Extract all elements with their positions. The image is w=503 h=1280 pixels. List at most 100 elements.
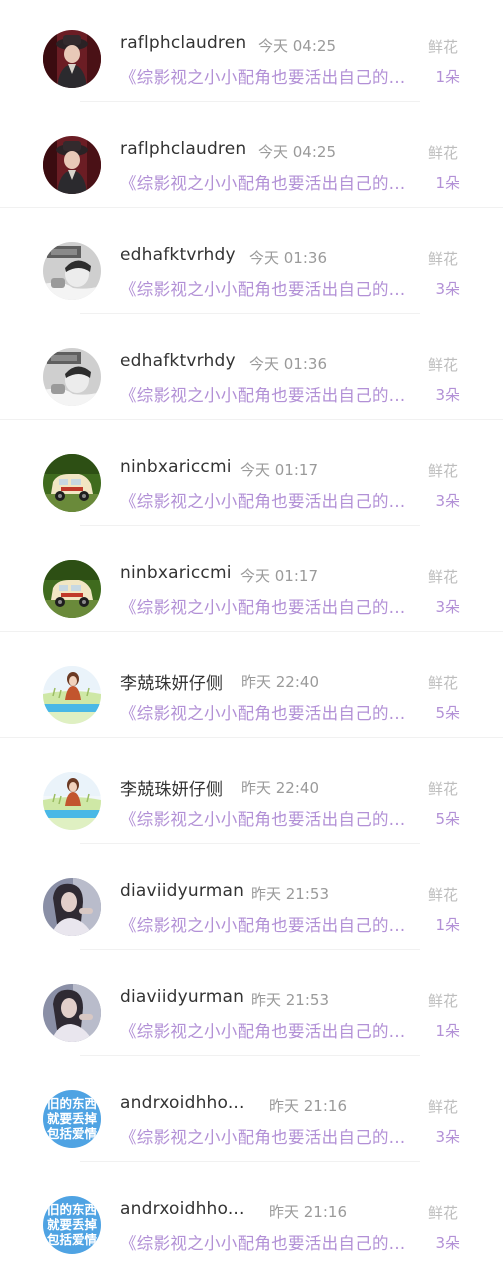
avatar[interactable]: 旧的东西 就要丢掉 包括爱情 [43, 1196, 101, 1254]
gift-count: 1朵 [435, 1022, 460, 1040]
svg-text:就要丢掉: 就要丢掉 [47, 1217, 98, 1232]
username[interactable]: diaviidyurman [120, 881, 244, 901]
book-title-link[interactable]: 《综影视之小小配角也要活出自己的... [120, 806, 420, 830]
book-title-link[interactable]: 《综影视之小小配角也要活出自己的... [120, 1230, 420, 1254]
timestamp: 昨天 21:53 [251, 991, 329, 1009]
row-divider [80, 843, 420, 844]
svg-text:就要丢掉: 就要丢掉 [47, 1111, 98, 1126]
username[interactable]: ninbxariccmi [120, 563, 232, 583]
list-item[interactable]: ninbxariccmi 今天 01:17 鲜花 《综影视之小小配角也要活出自己的..… [0, 424, 503, 530]
svg-text:旧的东西: 旧的东西 [47, 1202, 97, 1217]
timestamp: 今天 01:36 [249, 355, 327, 373]
list-item[interactable]: diaviidyurman 昨天 21:53 鲜花 《综影视之小小配角也要活出自己的.… [0, 954, 503, 1060]
timestamp: 昨天 21:16 [269, 1097, 347, 1115]
row-divider [80, 1055, 420, 1056]
gift-count: 1朵 [435, 916, 460, 934]
row-divider [0, 737, 503, 738]
gift-count: 3朵 [435, 1234, 460, 1252]
gift-type-label: 鲜花 [428, 462, 459, 480]
gift-type-label: 鲜花 [428, 1098, 459, 1116]
book-title-link[interactable]: 《综影视之小小配角也要活出自己的... [120, 1018, 420, 1042]
avatar[interactable] [43, 666, 101, 724]
avatar[interactable] [43, 30, 101, 88]
list-item[interactable]: ninbxariccmi 今天 01:17 鲜花 《综影视之小小配角也要活出自己的..… [0, 530, 503, 636]
gift-count: 1朵 [435, 68, 460, 86]
gift-type-label: 鲜花 [428, 356, 459, 374]
username[interactable]: andrxoidhho... [120, 1093, 245, 1113]
username[interactable]: 李兢珠妍仔侧 [120, 775, 223, 800]
row-divider [0, 207, 503, 208]
gift-count: 3朵 [435, 386, 460, 404]
row-divider [80, 949, 420, 950]
timestamp: 昨天 22:40 [241, 779, 319, 797]
username[interactable]: andrxoidhho... [120, 1199, 245, 1219]
avatar[interactable]: 旧的东西 就要丢掉 包括爱情 [43, 1090, 101, 1148]
gift-record-list: raflphclaudren 今天 04:25 鲜花 《综影视之小小配角也要活出自己的… [0, 0, 503, 1272]
row-divider [80, 313, 420, 314]
book-title-link[interactable]: 《综影视之小小配角也要活出自己的... [120, 700, 420, 724]
book-title-link[interactable]: 《综影视之小小配角也要活出自己的... [120, 488, 420, 512]
svg-text:包括爱情: 包括爱情 [46, 1232, 98, 1247]
username[interactable]: edhafktvrhdy [120, 351, 236, 371]
row-divider [80, 101, 420, 102]
list-item[interactable]: 李兢珠妍仔侧 昨天 22:40 鲜花 《综影视之小小配角也要活出自己的... 5朵 [0, 636, 503, 742]
book-title-link[interactable]: 《综影视之小小配角也要活出自己的... [120, 276, 420, 300]
avatar[interactable] [43, 242, 101, 300]
row-divider [80, 525, 420, 526]
timestamp: 昨天 21:53 [251, 885, 329, 903]
list-item[interactable]: raflphclaudren 今天 04:25 鲜花 《综影视之小小配角也要活出自己的… [0, 0, 503, 106]
timestamp: 昨天 22:40 [241, 673, 319, 691]
username[interactable]: ninbxariccmi [120, 457, 232, 477]
gift-count: 3朵 [435, 280, 460, 298]
avatar[interactable] [43, 984, 101, 1042]
avatar[interactable] [43, 454, 101, 512]
gift-type-label: 鲜花 [428, 992, 459, 1010]
gift-count: 3朵 [435, 492, 460, 510]
gift-type-label: 鲜花 [428, 1204, 459, 1222]
timestamp: 今天 01:17 [240, 567, 318, 585]
gift-count: 3朵 [435, 598, 460, 616]
list-item[interactable]: 李兢珠妍仔侧 昨天 22:40 鲜花 《综影视之小小配角也要活出自己的... 5朵 [0, 742, 503, 848]
gift-type-label: 鲜花 [428, 886, 459, 904]
book-title-link[interactable]: 《综影视之小小配角也要活出自己的... [120, 912, 420, 936]
gift-type-label: 鲜花 [428, 674, 459, 692]
row-divider [0, 631, 503, 632]
username[interactable]: raflphclaudren [120, 139, 246, 159]
list-item[interactable]: edhafktvrhdy 今天 01:36 鲜花 《综影视之小小配角也要活出自己的..… [0, 318, 503, 424]
list-item[interactable]: 旧的东西 就要丢掉 包括爱情 andrxoidhho... 昨天 21:16 鲜花《… [0, 1166, 503, 1272]
username[interactable]: diaviidyurman [120, 987, 244, 1007]
gift-count: 5朵 [435, 704, 460, 722]
list-item[interactable]: raflphclaudren 今天 04:25 鲜花 《综影视之小小配角也要活出自己的… [0, 106, 503, 212]
username[interactable]: edhafktvrhdy [120, 245, 236, 265]
book-title-link[interactable]: 《综影视之小小配角也要活出自己的... [120, 382, 420, 406]
avatar[interactable] [43, 772, 101, 830]
timestamp: 今天 04:25 [258, 143, 336, 161]
gift-type-label: 鲜花 [428, 144, 459, 162]
gift-type-label: 鲜花 [428, 38, 459, 56]
gift-count: 3朵 [435, 1128, 460, 1146]
row-divider [80, 1161, 420, 1162]
gift-count: 5朵 [435, 810, 460, 828]
avatar[interactable] [43, 348, 101, 406]
book-title-link[interactable]: 《综影视之小小配角也要活出自己的... [120, 170, 420, 194]
timestamp: 今天 01:17 [240, 461, 318, 479]
avatar[interactable] [43, 878, 101, 936]
gift-count: 1朵 [435, 174, 460, 192]
book-title-link[interactable]: 《综影视之小小配角也要活出自己的... [120, 594, 420, 618]
list-item[interactable]: 旧的东西 就要丢掉 包括爱情 andrxoidhho... 昨天 21:16 鲜花《… [0, 1060, 503, 1166]
gift-type-label: 鲜花 [428, 568, 459, 586]
gift-type-label: 鲜花 [428, 780, 459, 798]
row-divider [0, 419, 503, 420]
svg-text:旧的东西: 旧的东西 [47, 1096, 97, 1111]
timestamp: 今天 04:25 [258, 37, 336, 55]
timestamp: 今天 01:36 [249, 249, 327, 267]
book-title-link[interactable]: 《综影视之小小配角也要活出自己的... [120, 1124, 420, 1148]
username[interactable]: 李兢珠妍仔侧 [120, 669, 223, 694]
list-item[interactable]: diaviidyurman 昨天 21:53 鲜花 《综影视之小小配角也要活出自己的.… [0, 848, 503, 954]
list-item[interactable]: edhafktvrhdy 今天 01:36 鲜花 《综影视之小小配角也要活出自己的..… [0, 212, 503, 318]
username[interactable]: raflphclaudren [120, 33, 246, 53]
avatar[interactable] [43, 136, 101, 194]
avatar[interactable] [43, 560, 101, 618]
gift-type-label: 鲜花 [428, 250, 459, 268]
book-title-link[interactable]: 《综影视之小小配角也要活出自己的... [120, 64, 420, 88]
